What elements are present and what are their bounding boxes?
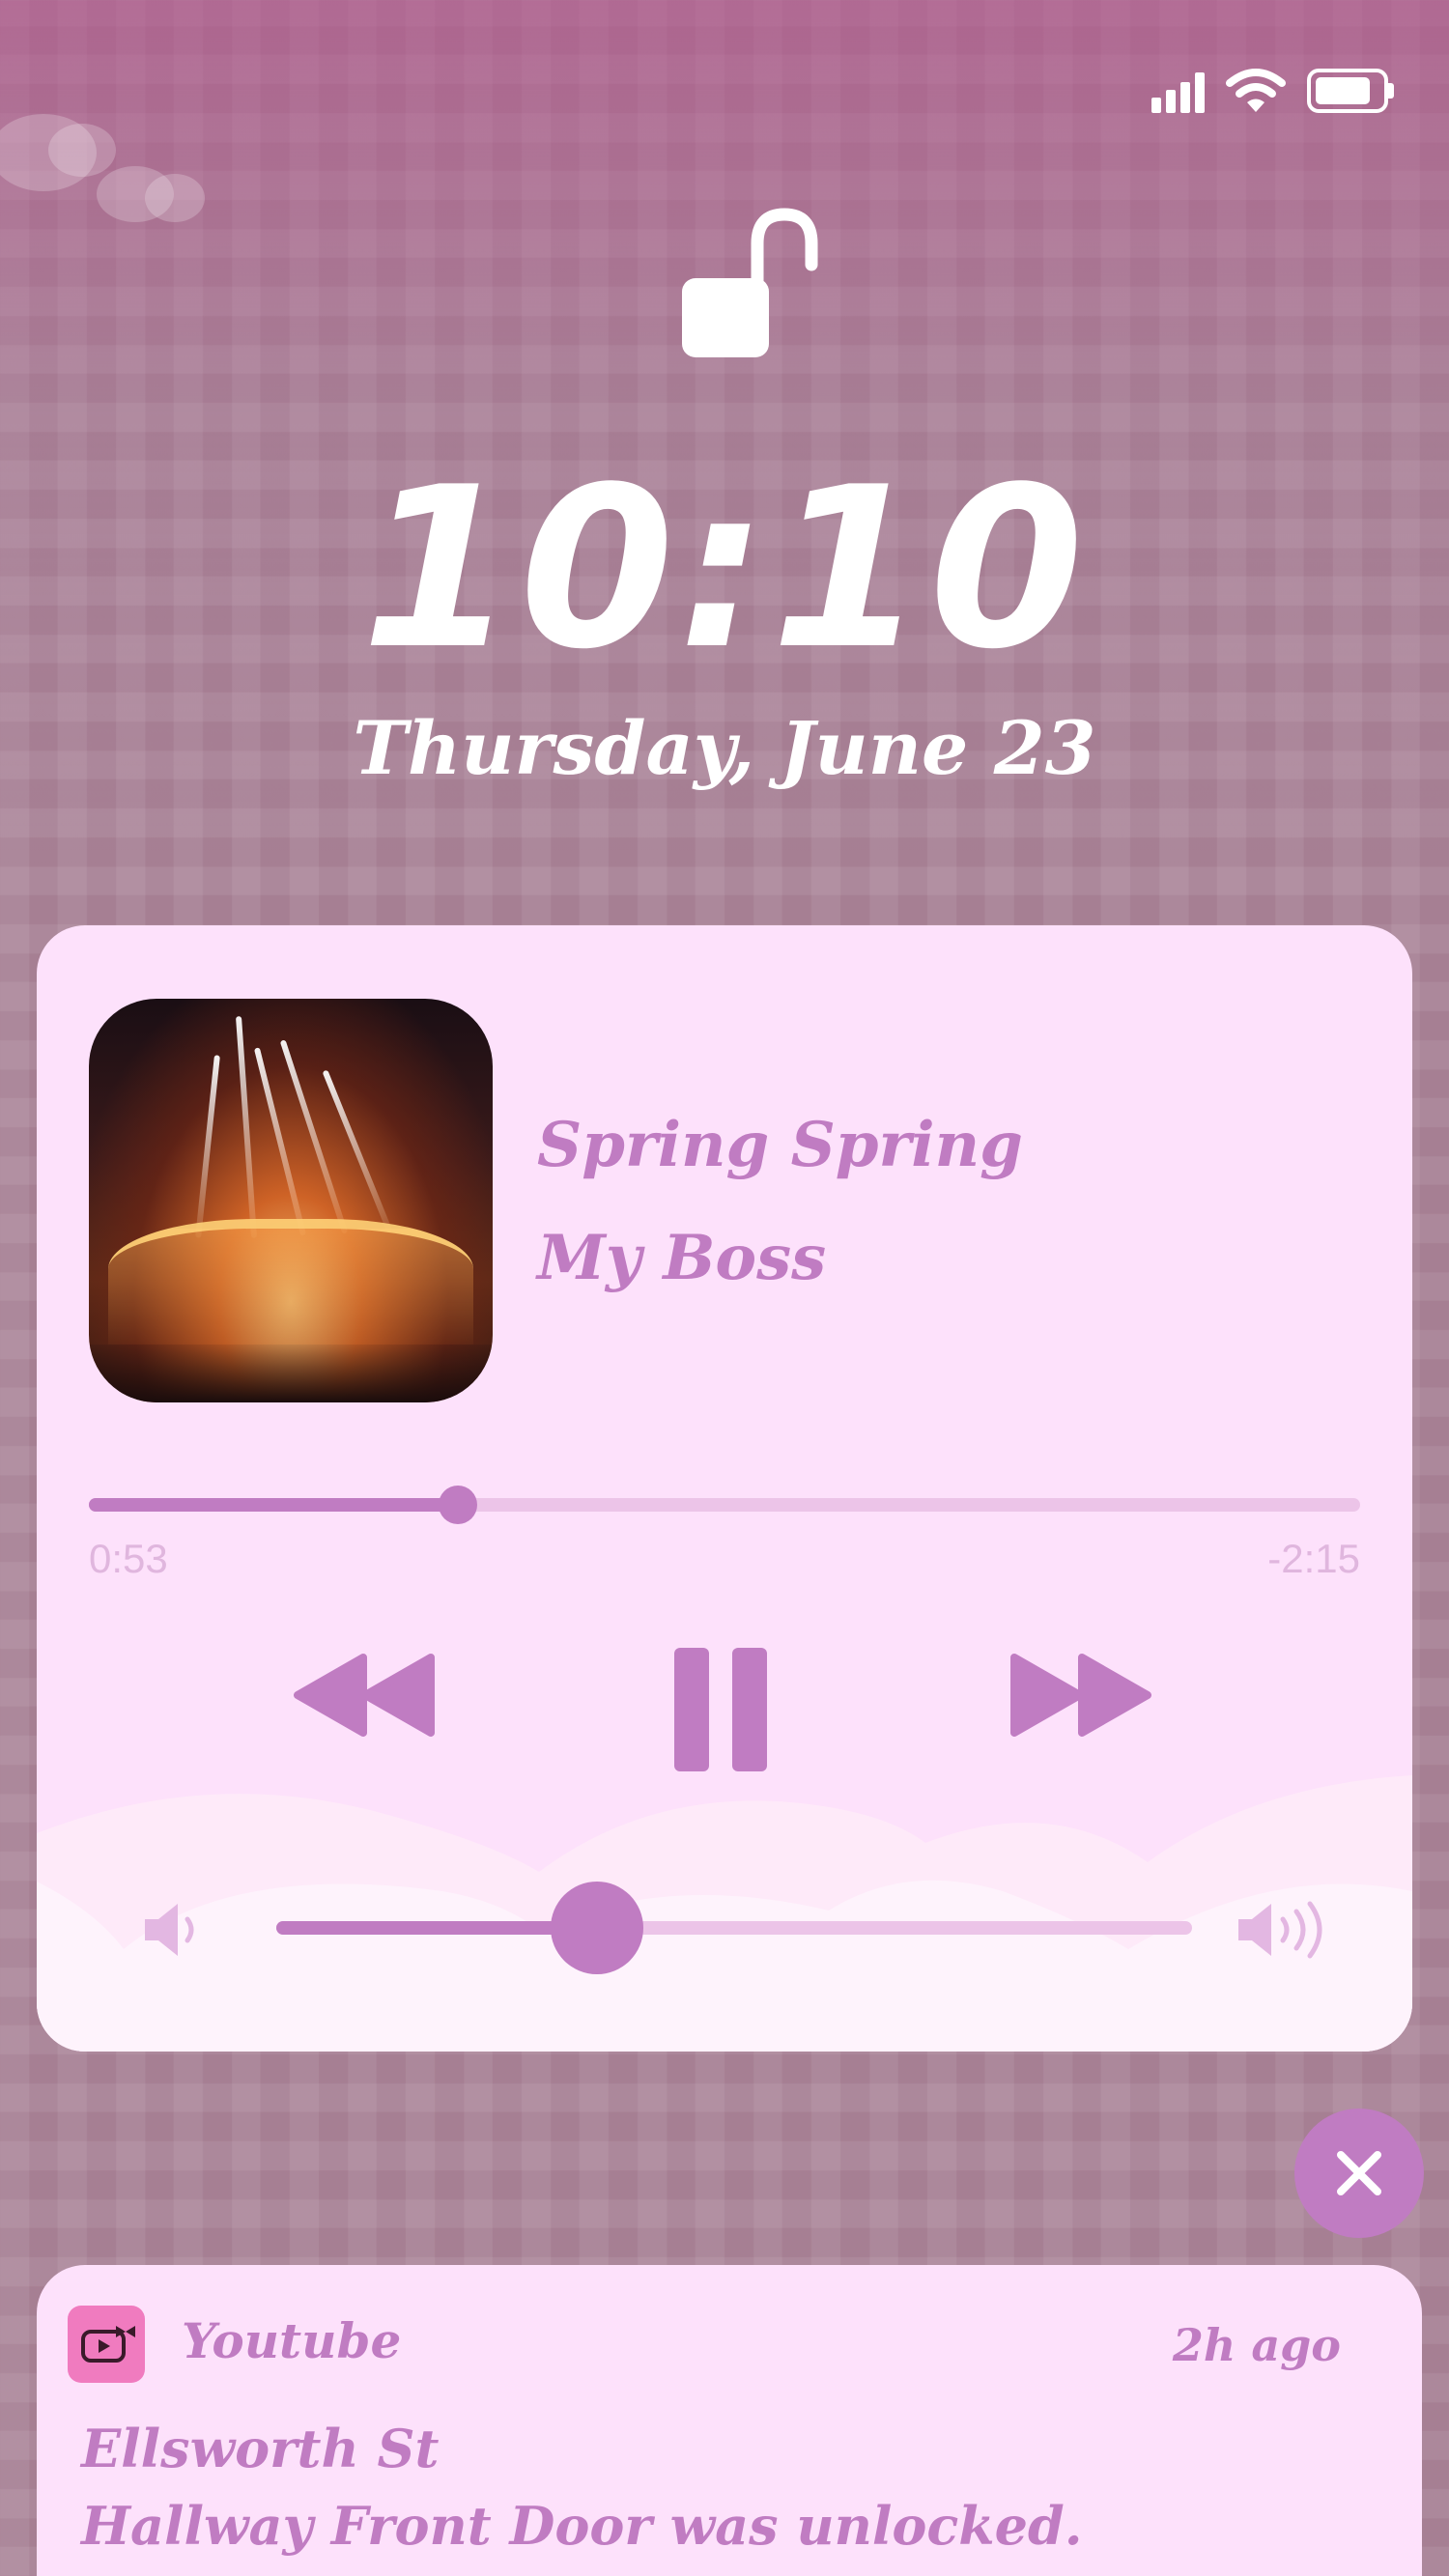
track-title: Spring Spring xyxy=(537,1109,1023,1181)
cloud-waves-decoration xyxy=(37,1775,1412,2052)
playback-scrubber[interactable] xyxy=(89,1486,1360,1524)
notification-time: 2h ago xyxy=(1172,2319,1341,2371)
album-artwork xyxy=(89,999,493,1402)
cloud-decoration xyxy=(145,174,205,222)
volume-fill xyxy=(276,1921,597,1935)
notification-body: Hallway Front Door was unlocked. xyxy=(81,2495,1083,2557)
notification-title: Ellsworth St xyxy=(81,2418,440,2479)
track-artist: My Boss xyxy=(537,1222,827,1294)
lock-screen-time: 10:10 xyxy=(360,440,1089,698)
battery-icon xyxy=(1307,69,1396,113)
cellular-signal-icon xyxy=(1151,69,1205,113)
elapsed-time: 0:53 xyxy=(89,1536,168,1581)
fast-forward-button[interactable] xyxy=(1003,1638,1157,1744)
rewind-button[interactable] xyxy=(288,1638,442,1744)
youtube-play-icon xyxy=(68,2306,145,2383)
dismiss-button[interactable] xyxy=(1294,2109,1424,2238)
volume-slider-handle[interactable] xyxy=(550,1882,643,1974)
remaining-time: -2:15 xyxy=(1267,1536,1360,1581)
status-bar xyxy=(1151,68,1396,114)
lock-screen-date: Thursday, June 23 xyxy=(353,705,1096,791)
fast-forward-icon xyxy=(1010,1654,1151,1737)
speaker-high-icon xyxy=(1238,1901,1322,1959)
notification-card[interactable]: Youtube 2h ago Ellsworth St Hallway Fron… xyxy=(37,2265,1422,2576)
close-icon xyxy=(1337,2151,1381,2195)
wifi-icon xyxy=(1226,69,1286,112)
rewind-icon xyxy=(294,1654,435,1737)
unlocked-padlock-icon xyxy=(682,208,818,357)
pause-button[interactable] xyxy=(663,1638,779,1773)
now-playing-card: Spring Spring My Boss 0:53 -2:15 xyxy=(37,925,1412,2052)
speaker-low-icon xyxy=(145,1904,194,1956)
volume-slider[interactable] xyxy=(276,1882,1192,1974)
cloud-decoration xyxy=(48,124,116,177)
playback-progress-fill xyxy=(89,1498,458,1512)
pause-icon xyxy=(674,1648,767,1771)
playback-scrubber-handle[interactable] xyxy=(438,1486,477,1524)
notification-app-name: Youtube xyxy=(182,2312,402,2369)
